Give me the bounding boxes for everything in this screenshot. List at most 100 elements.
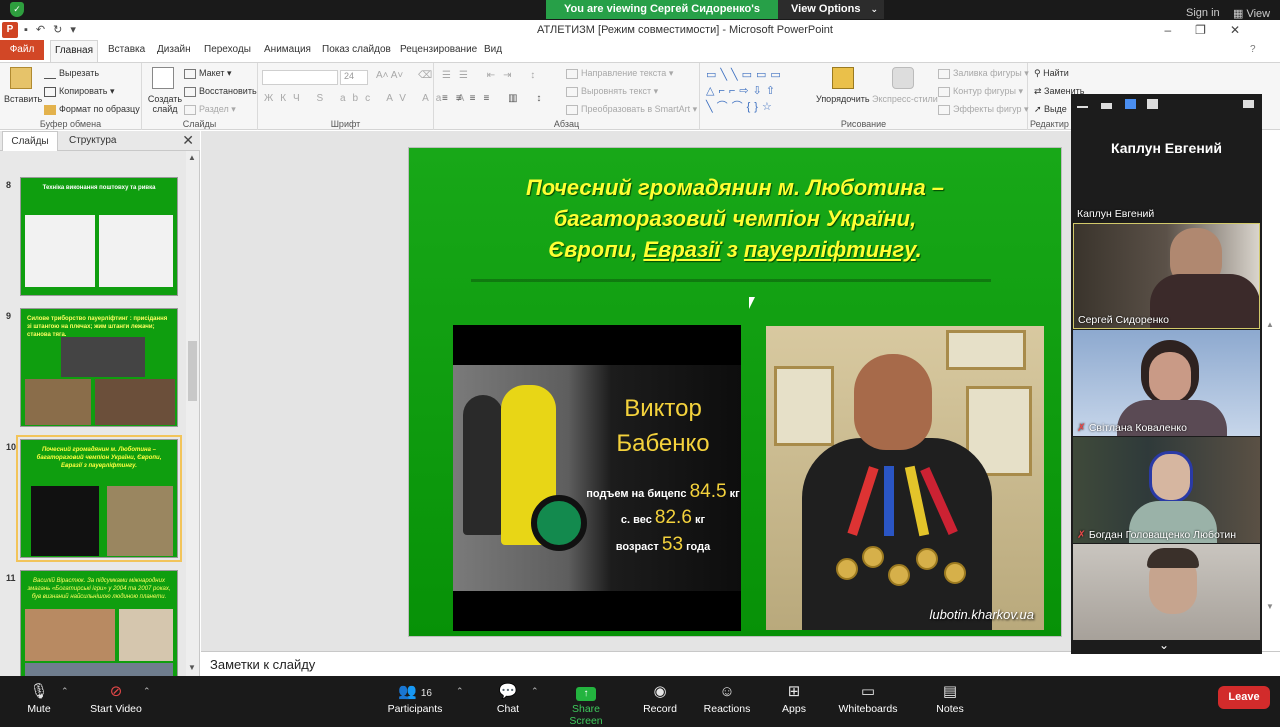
- slides-label: Слайды: [182, 119, 217, 129]
- tab-file[interactable]: Файл: [0, 40, 44, 60]
- arrange-icon[interactable]: [832, 67, 854, 89]
- copy-button[interactable]: Копировать ▾: [44, 86, 115, 97]
- view-button[interactable]: ▦ View: [1233, 7, 1270, 20]
- tab-insert[interactable]: Вставка: [108, 44, 145, 55]
- minimize-icon[interactable]: –: [1164, 23, 1195, 37]
- whiteboards-button[interactable]: ▭ Whiteboards: [836, 676, 900, 720]
- tab-transitions[interactable]: Переходы: [204, 44, 251, 55]
- stat-label: возраст: [615, 541, 659, 553]
- clear-format-icon[interactable]: ⌫: [418, 70, 432, 81]
- tab-slideshow[interactable]: Показ слайдов: [322, 44, 391, 55]
- tab-slides[interactable]: Слайды: [2, 131, 58, 151]
- view-options-button[interactable]: View Options ⌄: [778, 0, 884, 19]
- restore-icon[interactable]: ❐: [1195, 23, 1230, 37]
- font-name-input[interactable]: [262, 70, 338, 85]
- participant-tile[interactable]: Сергей Сидоренко: [1073, 223, 1260, 329]
- scroll-thumb[interactable]: [188, 341, 197, 401]
- chevron-up-icon[interactable]: ⌃: [456, 686, 464, 697]
- scroll-up-icon[interactable]: ▲: [188, 153, 196, 162]
- list-buttons[interactable]: ☰☰ ⇤⇥ ↕: [442, 70, 543, 81]
- photo-victor-babenko[interactable]: Виктор Бабенко подъем на бицепс 84.5 кг с…: [453, 325, 741, 631]
- slide-thumbnail-9[interactable]: Силове триборство пауерліфтинг : присіда…: [20, 308, 178, 427]
- shapes-gallery[interactable]: ▭╲╲▭▭▭ △⌐⌐⇨⇩⇧ ╲⌒⌒{}☆: [706, 67, 806, 115]
- shape-effects-button[interactable]: Эффекты фигур ▾: [938, 104, 1029, 115]
- tab-animation[interactable]: Анимация: [264, 44, 311, 55]
- title-text: Евразії: [643, 237, 721, 262]
- slide-thumbnail-10[interactable]: Почесний громадянин м. Люботина – багато…: [16, 435, 182, 562]
- format-painter-button[interactable]: Формат по образцу: [44, 104, 140, 115]
- align-text-button[interactable]: Выровнять текст ▾: [566, 86, 658, 97]
- paste-icon[interactable]: [10, 67, 32, 89]
- grow-font-icon[interactable]: A˄ A˅: [376, 70, 403, 81]
- panel-scrollbar[interactable]: ▲ ▼: [186, 151, 199, 676]
- shape-fill-button[interactable]: Заливка фигуры ▾: [938, 68, 1029, 79]
- slide-thumbnail-11[interactable]: Василій Вірастюк. За підсумками міжнарод…: [20, 570, 178, 689]
- start-video-button[interactable]: ⊘ Start Video: [86, 676, 146, 720]
- tab-view[interactable]: Вид: [484, 44, 502, 55]
- photo-champion-medals[interactable]: lubotin.kharkov.ua: [766, 326, 1044, 630]
- gallery-scrollbar[interactable]: ▲ ▼: [1266, 320, 1276, 640]
- current-slide[interactable]: Почесний громадянин м. Люботина – багато…: [408, 147, 1062, 637]
- sign-in-link[interactable]: Sign in: [1186, 7, 1220, 19]
- chevron-up-icon[interactable]: ⌃: [143, 686, 151, 697]
- new-slide-button[interactable]: Создать слайд: [146, 94, 184, 114]
- close-icon[interactable]: ✕: [1230, 23, 1264, 37]
- section-button[interactable]: Раздел ▾: [184, 104, 236, 115]
- notes-button[interactable]: ▤ Notes: [930, 676, 970, 720]
- tab-review[interactable]: Рецензирование: [400, 44, 477, 55]
- participants-button[interactable]: 👥 16 Participants: [384, 676, 446, 720]
- reset-button[interactable]: Восстановить: [184, 86, 257, 97]
- hide-video-icon[interactable]: [1101, 103, 1112, 109]
- chevron-up-icon[interactable]: ⌃: [531, 686, 539, 697]
- participant-tile[interactable]: ✗ Богдан Головащенко Люботин: [1073, 437, 1260, 543]
- exit-gallery-icon[interactable]: [1243, 100, 1254, 108]
- speaker-view-icon[interactable]: [1125, 99, 1136, 109]
- tab-design[interactable]: Дизайн: [157, 44, 191, 55]
- select-button[interactable]: ➚ Выде: [1034, 104, 1067, 115]
- shape-outline-button[interactable]: Контур фигуры ▾: [938, 86, 1023, 97]
- text-direction-button[interactable]: Направление текста ▾: [566, 68, 673, 79]
- shield-icon[interactable]: ✓: [10, 2, 24, 17]
- layout-button[interactable]: Макет ▾: [184, 68, 232, 79]
- scroll-down-icon[interactable]: ▼: [188, 663, 196, 672]
- arrange-button[interactable]: Упорядочить: [816, 94, 870, 104]
- tab-outline[interactable]: Структура: [69, 135, 116, 146]
- tab-home[interactable]: Главная: [50, 40, 98, 62]
- participant-tile[interactable]: Каплун Евгений Каплун Евгений: [1073, 116, 1260, 222]
- record-button[interactable]: ◉ Record: [640, 676, 680, 720]
- find-button[interactable]: ⚲ Найти: [1034, 68, 1069, 79]
- participant-video: [1149, 451, 1193, 503]
- participant-tile[interactable]: [1073, 544, 1260, 640]
- new-slide-icon[interactable]: [152, 67, 174, 89]
- chat-button[interactable]: 💬 Chat: [490, 676, 526, 720]
- cut-button[interactable]: Вырезать: [44, 68, 99, 79]
- font-size-input[interactable]: 24: [340, 70, 368, 85]
- share-screen-button[interactable]: ↑ Share Screen: [554, 676, 618, 727]
- help-icon[interactable]: ?: [1250, 44, 1256, 55]
- slide-notes[interactable]: Заметки к слайду: [201, 651, 1280, 676]
- gallery-header: [1071, 94, 1262, 116]
- slide-title[interactable]: Почесний громадянин м. Люботина – багато…: [439, 172, 1031, 265]
- reactions-button[interactable]: ☺ Reactions: [702, 676, 752, 720]
- quick-styles-button[interactable]: Экспресс-стили: [872, 94, 938, 104]
- apps-button[interactable]: ⊞ Apps: [774, 676, 814, 720]
- chevron-down-icon[interactable]: ⌄: [1159, 638, 1169, 652]
- scroll-up-icon[interactable]: ▲: [1266, 320, 1274, 329]
- chevron-up-icon[interactable]: ⌃: [61, 686, 69, 697]
- scroll-down-icon[interactable]: ▼: [1266, 602, 1274, 611]
- align-buttons[interactable]: ≡≡≡≡ ▥ ↕: [442, 93, 549, 104]
- participant-name: ✗ Світлана Коваленко: [1077, 422, 1187, 434]
- mute-button[interactable]: 🎙 Mute: [18, 676, 60, 720]
- chat-icon: 💬: [498, 683, 518, 700]
- quick-styles-icon[interactable]: [892, 67, 914, 89]
- notes-placeholder: Заметки к слайду: [210, 657, 316, 672]
- close-icon[interactable]: ✕: [182, 132, 194, 149]
- slide-thumbnail-8[interactable]: Техніка виконання поштовху та ривка: [20, 177, 178, 296]
- select-label: Выде: [1044, 104, 1067, 114]
- paste-button[interactable]: Вставить: [4, 94, 42, 104]
- smartart-button[interactable]: Преобразовать в SmartArt ▾: [566, 104, 697, 115]
- participant-tile[interactable]: ✗ Світлана Коваленко: [1073, 330, 1260, 436]
- gallery-view-icon[interactable]: [1147, 99, 1158, 109]
- leave-button[interactable]: Leave: [1218, 686, 1270, 709]
- minimize-icon[interactable]: [1077, 106, 1088, 108]
